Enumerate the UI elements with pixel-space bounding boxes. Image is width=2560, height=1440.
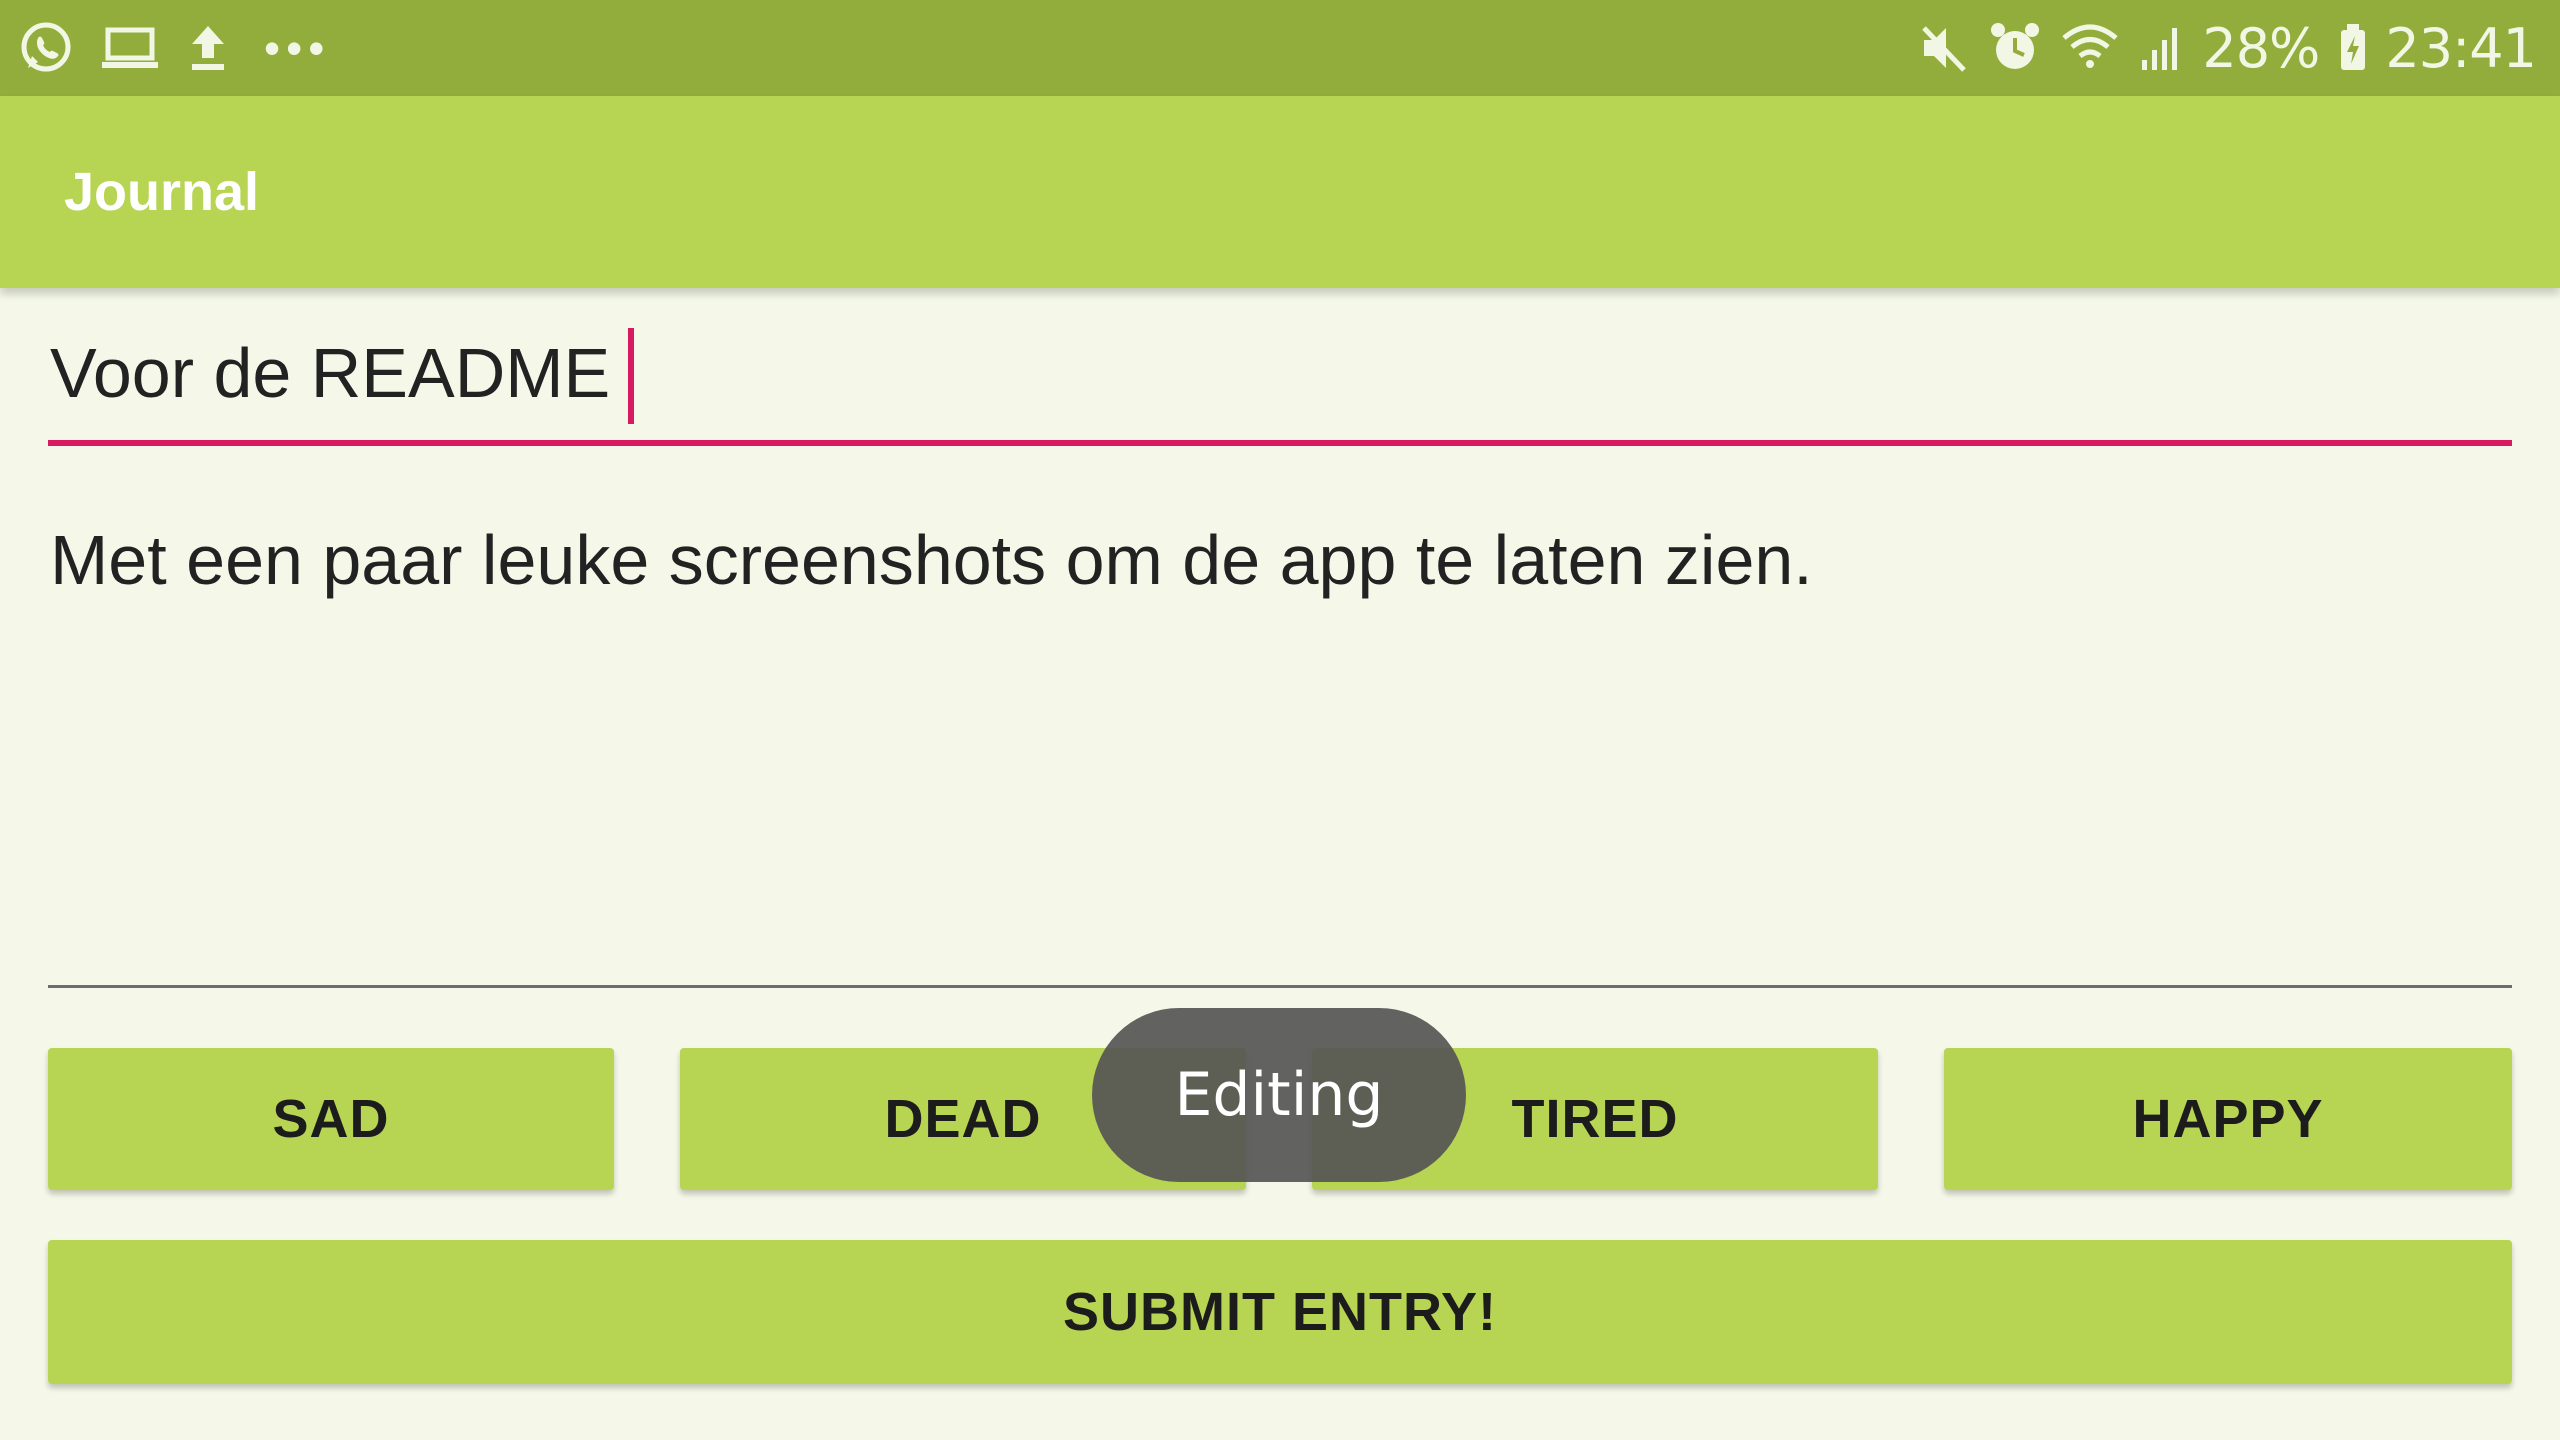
toast-message: Editing [1092, 1008, 1466, 1182]
page-title: Journal [64, 162, 260, 222]
status-bar-system: 28% 23:41 [1900, 0, 2537, 96]
mute-icon [1918, 20, 1970, 76]
alarm-icon [1988, 20, 2042, 76]
mood-button-happy[interactable]: HAPPY [1944, 1048, 2512, 1190]
battery-percent: 28% [2202, 16, 2320, 80]
more-dots-icon: ••• [264, 22, 331, 74]
submit-entry-button[interactable]: SUBMIT ENTRY! [48, 1240, 2512, 1384]
whatsapp-icon [18, 20, 74, 76]
mood-button-sad[interactable]: SAD [48, 1048, 614, 1190]
upload-icon [186, 20, 230, 76]
entry-body-value[interactable]: Met een paar leuke screenshots om de app… [50, 525, 1813, 595]
laptop-icon [100, 20, 160, 76]
status-bar-notifications: ••• [18, 0, 330, 96]
entry-title-input[interactable]: Voor de README [48, 320, 2512, 446]
clock: 23:41 [2385, 16, 2537, 80]
status-bar: ••• 28% 23:41 [0, 0, 2560, 96]
wifi-icon [2060, 20, 2120, 76]
text-cursor [628, 328, 634, 424]
entry-title-value[interactable]: Voor de README [50, 338, 610, 408]
signal-icon [2138, 20, 2186, 76]
battery-icon [2337, 20, 2369, 76]
entry-body-input[interactable]: Met een paar leuke screenshots om de app… [48, 470, 2512, 988]
app-bar: Journal [0, 96, 2560, 288]
